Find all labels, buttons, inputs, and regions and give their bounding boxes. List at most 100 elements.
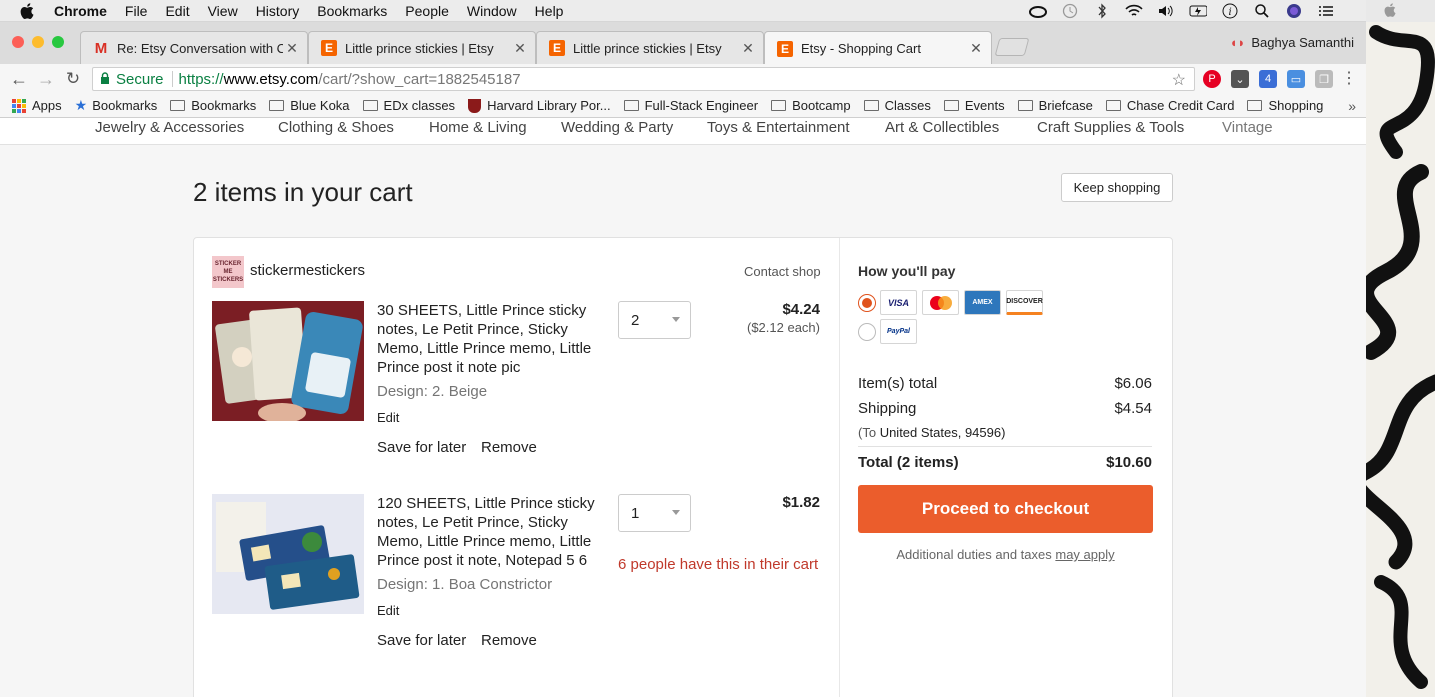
menu-window[interactable]: Window	[467, 3, 517, 19]
tab-etsy-1[interactable]: E Little prince stickies | Etsy ✕	[308, 31, 536, 64]
quantity-select-2[interactable]: 1	[618, 494, 691, 532]
close-tab-icon[interactable]: ✕	[739, 40, 757, 57]
total-label: Total (2 items)	[858, 454, 959, 471]
bookmark-label: Bootcamp	[792, 98, 851, 113]
pinterest-extension-icon[interactable]: P	[1203, 70, 1221, 88]
close-tab-icon[interactable]: ✕	[283, 40, 301, 57]
new-tab-button[interactable]	[994, 38, 1030, 56]
menu-people[interactable]: People	[405, 3, 449, 19]
forward-arrow-icon[interactable]: →	[35, 68, 57, 90]
address-bar[interactable]: Secure https:// www.etsy.com /cart/?show…	[92, 67, 1195, 91]
bookmark-star-icon[interactable]: ☆	[1172, 70, 1186, 90]
category-jewelry[interactable]: Jewelry & Accessories	[95, 119, 244, 136]
bookmark-folder-briefcase[interactable]: Briefcase	[1017, 98, 1093, 113]
wifi-icon[interactable]	[1125, 3, 1143, 19]
item-title-2[interactable]: 120 SHEETS, Little Prince sticky notes, …	[377, 494, 602, 570]
ship-to-prefix: (To	[858, 425, 877, 440]
tab-title: Etsy - Shopping Cart	[801, 41, 921, 56]
menu-file[interactable]: File	[125, 3, 148, 19]
menu-bookmarks[interactable]: Bookmarks	[317, 3, 387, 19]
tab-manager-extension-icon[interactable]: ❐	[1315, 70, 1333, 88]
tab-etsy-cart[interactable]: E Etsy - Shopping Cart ✕	[764, 31, 992, 65]
paypal-payment-radio[interactable]	[858, 323, 876, 341]
category-toys[interactable]: Toys & Entertainment	[707, 119, 850, 136]
apple-menu-icon[interactable]	[20, 2, 36, 19]
quantity-select-1[interactable]: 2	[618, 301, 691, 339]
category-vintage[interactable]: Vintage	[1222, 119, 1273, 136]
close-tab-icon[interactable]: ✕	[967, 40, 985, 57]
bluetooth-icon[interactable]	[1093, 3, 1111, 19]
menu-help[interactable]: Help	[535, 3, 564, 19]
bookmark-folder-events[interactable]: Events	[943, 98, 1005, 113]
remove-link-1[interactable]: Remove	[481, 439, 537, 456]
creative-cloud-icon[interactable]	[1029, 3, 1047, 19]
may-apply-link[interactable]: may apply	[1055, 547, 1114, 562]
bookmark-harvard-library[interactable]: Harvard Library Por...	[468, 98, 611, 113]
menu-history[interactable]: History	[256, 3, 300, 19]
app-menu-chrome[interactable]: Chrome	[54, 3, 107, 19]
volume-icon[interactable]	[1157, 3, 1175, 19]
sticky-notes-photo	[212, 301, 364, 421]
close-tab-icon[interactable]: ✕	[511, 40, 529, 57]
remove-link-2[interactable]: Remove	[481, 632, 537, 649]
cart-card: STICKER ME STICKERS stickermestickers Co…	[193, 237, 1173, 697]
bookmark-folder-blue-koka[interactable]: Blue Koka	[269, 98, 350, 113]
pocket-extension-icon[interactable]: ⌄	[1231, 70, 1249, 88]
category-home-living[interactable]: Home & Living	[429, 119, 527, 136]
close-window-button[interactable]	[12, 36, 24, 48]
back-arrow-icon[interactable]: ←	[8, 68, 30, 90]
save-for-later-link-2[interactable]: Save for later	[377, 632, 466, 649]
menu-view[interactable]: View	[208, 3, 238, 19]
category-craft[interactable]: Craft Supplies & Tools	[1037, 119, 1184, 136]
screen-extension-icon[interactable]: ▭	[1287, 70, 1305, 88]
chrome-menu-icon[interactable]: ⋮	[1338, 68, 1360, 90]
bookmark-folder-chase[interactable]: Chase Credit Card	[1105, 98, 1234, 113]
item-edit-link-1[interactable]: Edit	[377, 410, 399, 425]
folder-icon	[623, 100, 639, 111]
bookmark-folder-bookmarks[interactable]: Bookmarks	[170, 98, 256, 113]
bookmark-folder-edx[interactable]: EDx classes	[362, 98, 455, 113]
folder-icon	[170, 100, 186, 111]
bookmark-folder-bootcamp[interactable]: Bootcamp	[771, 98, 851, 113]
contact-shop-link[interactable]: Contact shop	[744, 264, 821, 279]
time-machine-icon[interactable]	[1061, 3, 1079, 19]
info-icon[interactable]: i	[1221, 3, 1239, 19]
item-edit-link-2[interactable]: Edit	[377, 603, 399, 618]
card-payment-radio[interactable]	[858, 294, 876, 312]
proceed-to-checkout-button[interactable]: Proceed to checkout	[858, 485, 1153, 533]
bookmark-folder-classes[interactable]: Classes	[863, 98, 931, 113]
item-image-2[interactable]	[212, 494, 364, 614]
items-total-label: Item(s) total	[858, 375, 938, 392]
category-wedding[interactable]: Wedding & Party	[561, 119, 673, 136]
bookmark-bookmarks-star[interactable]: ★ Bookmarks	[75, 97, 158, 114]
item-image-1[interactable]	[212, 301, 364, 421]
zoom-window-button[interactable]	[52, 36, 64, 48]
total-value: $10.60	[1106, 454, 1152, 471]
more-bookmarks-chevron-icon[interactable]: »	[1348, 98, 1356, 114]
tab-title: Re: Etsy Conversation with Cat	[117, 40, 283, 56]
profile-name: Baghya Samanthi	[1251, 35, 1354, 50]
bookmark-folder-shopping[interactable]: Shopping	[1247, 98, 1323, 113]
shop-logo[interactable]: STICKER ME STICKERS	[212, 256, 244, 288]
shop-name-link[interactable]: stickermestickers	[250, 262, 365, 279]
save-for-later-link-1[interactable]: Save for later	[377, 439, 466, 456]
tab-gmail[interactable]: M Re: Etsy Conversation with Cat ✕	[80, 31, 308, 64]
bookmark-folder-full-stack[interactable]: Full-Stack Engineer	[623, 98, 758, 113]
item-title-1[interactable]: 30 SHEETS, Little Prince sticky notes, L…	[377, 301, 602, 377]
minimize-window-button[interactable]	[32, 36, 44, 48]
tab-etsy-2[interactable]: E Little prince stickies | Etsy ✕	[536, 31, 764, 64]
chevron-down-icon	[672, 510, 680, 515]
extension-badge-icon[interactable]: 4	[1259, 70, 1277, 88]
spotlight-search-icon[interactable]	[1253, 3, 1271, 19]
battery-icon[interactable]	[1189, 3, 1207, 19]
category-art[interactable]: Art & Collectibles	[885, 119, 999, 136]
siri-icon[interactable]	[1285, 3, 1303, 19]
profile-button[interactable]: ◖◗ Baghya Samanthi	[1230, 35, 1354, 50]
ship-to-location-link[interactable]: United States, 94596)	[880, 425, 1006, 440]
bookmark-apps[interactable]: Apps	[12, 98, 62, 113]
keep-shopping-button[interactable]: Keep shopping	[1061, 173, 1173, 202]
category-clothing[interactable]: Clothing & Shoes	[278, 119, 394, 136]
menu-edit[interactable]: Edit	[165, 3, 189, 19]
reload-icon[interactable]: ↻	[62, 68, 84, 90]
notification-center-icon[interactable]	[1317, 3, 1335, 19]
